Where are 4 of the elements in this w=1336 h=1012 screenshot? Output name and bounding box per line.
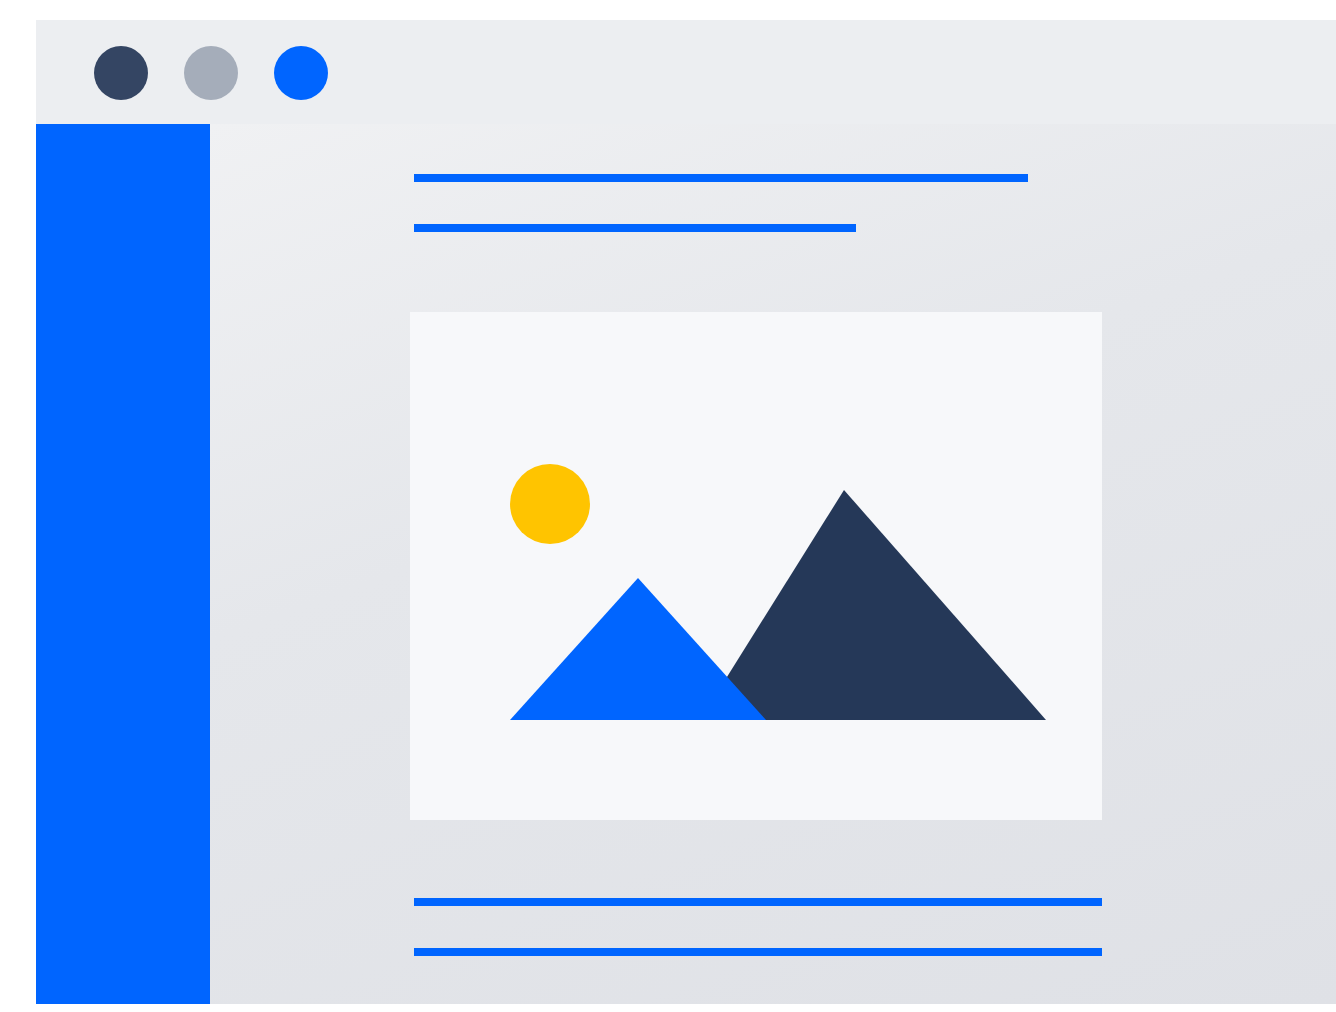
window-control-dot[interactable] — [184, 45, 238, 99]
image-icon — [510, 464, 1050, 724]
window-control-dot[interactable] — [94, 45, 148, 99]
window-control-dot[interactable] — [274, 45, 328, 99]
